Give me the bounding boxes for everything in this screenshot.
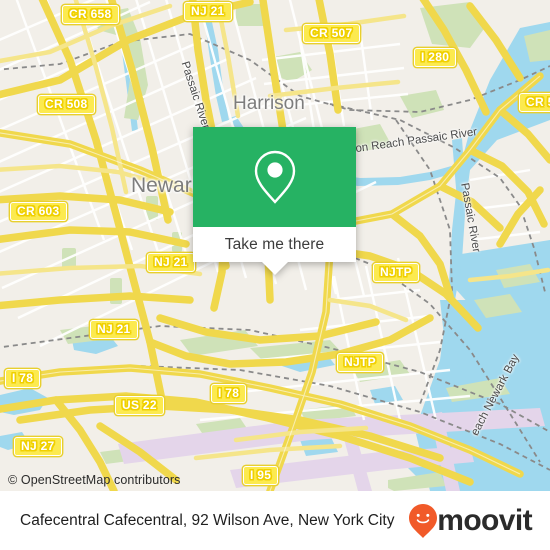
map-pin-icon [254,150,295,204]
osm-attribution: © OpenStreetMap contributors [8,473,181,487]
road-shield-i-78-w: I 78 [5,369,41,388]
moovit-wordmark: moovit [437,503,532,537]
take-me-there-label: Take me there [224,235,325,253]
road-shield-i-280: I 280 [414,48,457,67]
road-shield-cr-658: CR 658 [62,5,119,24]
place-label-newark: Newark [131,174,203,197]
location-popup-card[interactable]: Take me there [193,127,356,275]
road-shield-cr-507: CR 507 [303,24,360,43]
moovit-map-screen: Harrison Newark Passaic River son Reach … [0,0,550,550]
popup-pointer-tail [261,262,288,275]
place-address-text: Cafecentral Cafecentral, 92 Wilson Ave, … [20,511,395,529]
popup-cta-area[interactable]: Take me there [193,227,356,262]
road-shield-njtp-s: NJTP [337,353,383,372]
road-shield-nj-21-s: NJ 21 [90,320,138,339]
road-shield-nj-21-n: NJ 21 [184,2,232,21]
popup-image-area [193,127,356,227]
place-label-harrison: Harrison [233,93,305,114]
road-shield-us-22: US 22 [115,396,164,415]
road-shield-njtp-n: NJTP [373,263,419,282]
moovit-pin-smiley-icon [409,503,438,538]
road-shield-cr-603: CR 603 [10,202,67,221]
road-shield-nj-21-c: NJ 21 [147,253,195,272]
road-shield-cr-508: CR 508 [38,95,95,114]
road-shield-nj-27: NJ 27 [14,437,62,456]
map-canvas[interactable]: Harrison Newark Passaic River son Reach … [0,0,550,491]
road-shield-i-95: I 95 [243,466,279,485]
road-shield-cr-50-clipped: CR 50 [519,93,550,112]
moovit-logo: moovit [408,503,533,539]
road-shield-i-78-e: I 78 [211,384,247,403]
bottom-info-bar: Cafecentral Cafecentral, 92 Wilson Ave, … [0,491,550,550]
